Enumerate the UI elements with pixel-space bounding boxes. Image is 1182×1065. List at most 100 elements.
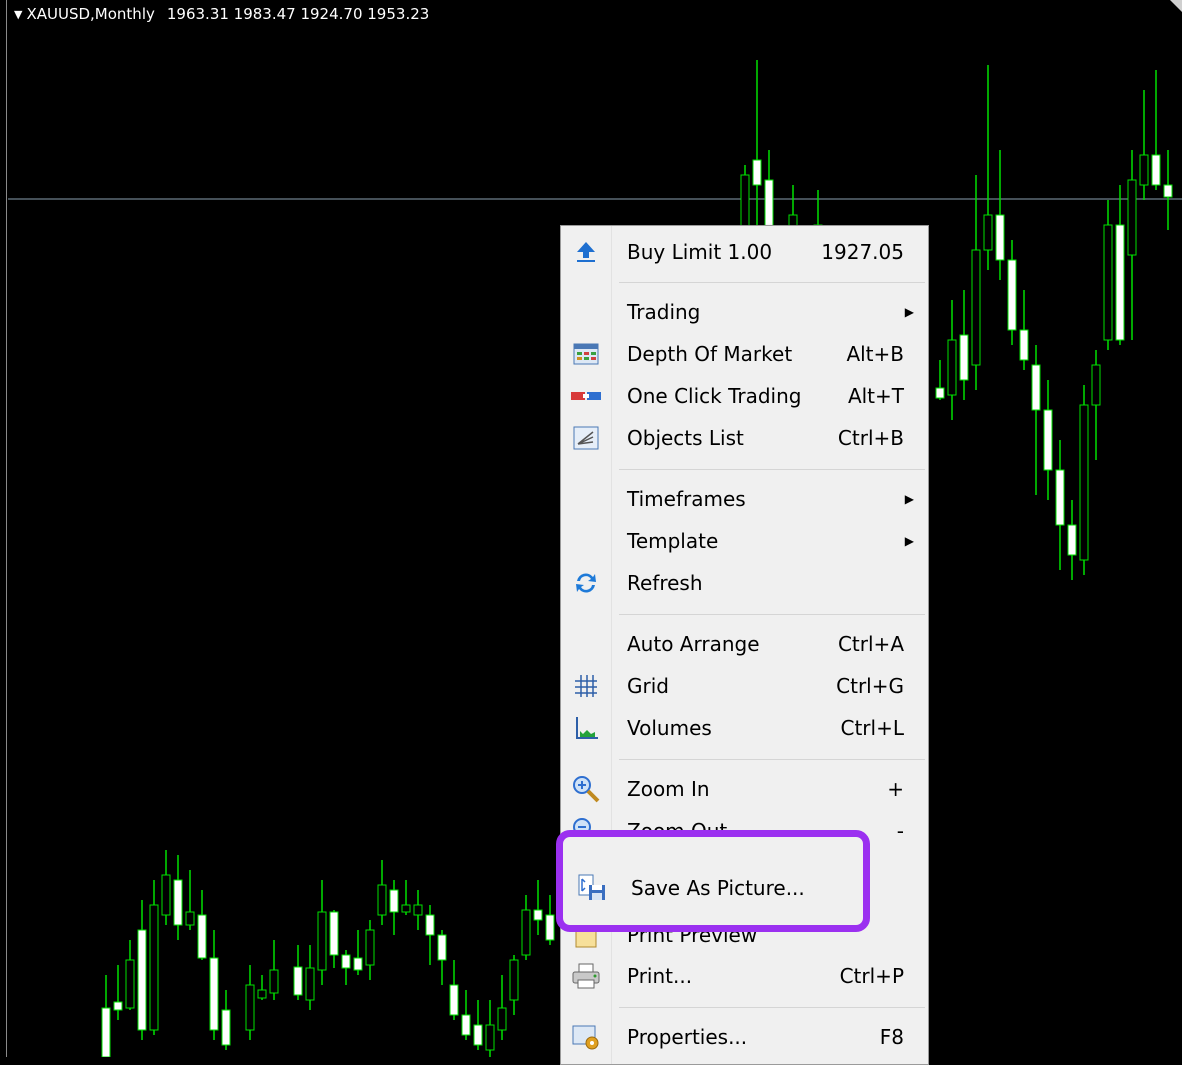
blue-up-arrow-icon	[569, 235, 603, 269]
candle-body	[185, 911, 195, 926]
candle-body	[971, 249, 981, 366]
depth-of-market-icon	[569, 337, 603, 371]
candle-body	[149, 904, 159, 1031]
candle-body	[1031, 364, 1041, 411]
candle-body	[257, 989, 267, 999]
candle-body	[437, 934, 447, 961]
candle-body	[401, 904, 411, 913]
candle-body	[533, 909, 543, 921]
candle-body	[935, 387, 945, 399]
submenu-arrow-icon: ▶	[904, 305, 914, 319]
candle-body	[461, 1014, 471, 1036]
menu-item-zoom-in[interactable]: Zoom In +	[561, 772, 928, 806]
candle-body	[341, 954, 351, 969]
candle-body	[317, 911, 327, 971]
candle-body	[764, 179, 774, 231]
menu-item-template[interactable]: Template ▶	[561, 524, 928, 558]
candle-body	[752, 159, 762, 186]
candle-body	[197, 914, 207, 959]
menu-item-refresh[interactable]: Refresh	[561, 566, 928, 600]
candle-body	[983, 214, 993, 251]
candle-body	[1139, 154, 1149, 186]
menu-item-save-as-picture[interactable]: Save As Picture...	[567, 871, 867, 905]
candle-body	[509, 959, 519, 1001]
menu-item-properties[interactable]: Properties... F8	[561, 1020, 928, 1054]
candle-body	[545, 914, 555, 941]
menu-item-volumes[interactable]: Volumes Ctrl+L	[561, 711, 928, 745]
menu-item-print[interactable]: Print... Ctrl+P	[561, 959, 928, 993]
one-click-trading-icon	[569, 379, 603, 413]
candle-body	[137, 929, 147, 1031]
candle-body	[113, 1001, 123, 1011]
chart-header: ▼ XAUUSD,Monthly 1963.31 1983.47 1924.70…	[14, 5, 429, 23]
volumes-icon	[569, 711, 603, 745]
candle-body	[161, 874, 171, 916]
menu-separator	[619, 282, 925, 283]
candle-body	[377, 884, 387, 916]
refresh-icon	[569, 566, 603, 600]
chart-corner-icon	[1170, 0, 1182, 12]
context-menu: Buy Limit 1.00 1927.05 Trading ▶ Depth O…	[560, 225, 929, 1065]
candle-body	[209, 957, 219, 1031]
candle-body	[305, 967, 315, 1001]
candle-body	[449, 984, 459, 1016]
candle-body	[740, 174, 750, 231]
candle-body	[947, 339, 957, 396]
candle-body	[1007, 259, 1017, 331]
candle-body	[1043, 409, 1053, 471]
candle-body	[1055, 469, 1065, 526]
candle-body	[473, 1024, 483, 1046]
candle-body	[485, 1024, 495, 1051]
candle-body	[497, 1007, 507, 1031]
candle-body	[521, 909, 531, 956]
candle-body	[1151, 154, 1161, 186]
candle-body	[413, 904, 423, 916]
candle-body	[329, 911, 339, 956]
properties-icon	[569, 1020, 603, 1054]
candle-body	[269, 969, 279, 994]
candle-body	[245, 984, 255, 1031]
candle-body	[125, 959, 135, 1009]
menu-item-buy-limit[interactable]: Buy Limit 1.00 1927.05	[561, 235, 928, 269]
candle-body	[1079, 404, 1089, 561]
candle-body	[101, 1007, 111, 1057]
menu-item-grid[interactable]: Grid Ctrl+G	[561, 669, 928, 703]
printer-icon	[569, 959, 603, 993]
candle-body	[1019, 329, 1029, 361]
menu-separator	[619, 469, 925, 470]
candle-body	[1091, 364, 1101, 406]
menu-item-auto-arrange[interactable]: Auto Arrange Ctrl+A	[561, 627, 928, 661]
candle-body	[1103, 224, 1113, 341]
candle-body	[173, 879, 183, 926]
chart-left-border	[0, 0, 7, 1057]
save-as-picture-icon	[575, 871, 609, 905]
chart-ohlc: 1963.31 1983.47 1924.70 1953.23	[166, 5, 430, 23]
menu-item-one-click-trading[interactable]: One Click Trading Alt+T	[561, 379, 928, 413]
menu-separator	[619, 1007, 925, 1008]
candle-body	[353, 957, 363, 971]
submenu-arrow-icon: ▶	[904, 492, 914, 506]
zoom-in-icon	[569, 772, 603, 806]
candle-body	[293, 966, 303, 996]
candle-body	[1127, 179, 1137, 256]
menu-item-depth-of-market[interactable]: Depth Of Market Alt+B	[561, 337, 928, 371]
objects-list-icon	[569, 421, 603, 455]
menu-separator	[619, 614, 925, 615]
menu-separator	[619, 759, 925, 760]
candle-body	[365, 929, 375, 966]
candle-body	[221, 1009, 231, 1046]
menu-item-objects-list[interactable]: Objects List Ctrl+B	[561, 421, 928, 455]
grid-icon	[569, 669, 603, 703]
candle-body	[995, 214, 1005, 261]
submenu-arrow-icon: ▶	[904, 534, 914, 548]
highlight-box-save-as-picture: Save As Picture...	[556, 830, 870, 932]
candle-body	[1115, 224, 1125, 341]
candle-body	[1163, 184, 1173, 198]
menu-item-timeframes[interactable]: Timeframes ▶	[561, 482, 928, 516]
dropdown-triangle-icon[interactable]: ▼	[14, 8, 22, 21]
candle-body	[1067, 524, 1077, 556]
candle-body	[425, 914, 435, 936]
candle-body	[389, 889, 399, 913]
menu-item-trading[interactable]: Trading ▶	[561, 295, 928, 329]
candle-body	[959, 334, 969, 381]
